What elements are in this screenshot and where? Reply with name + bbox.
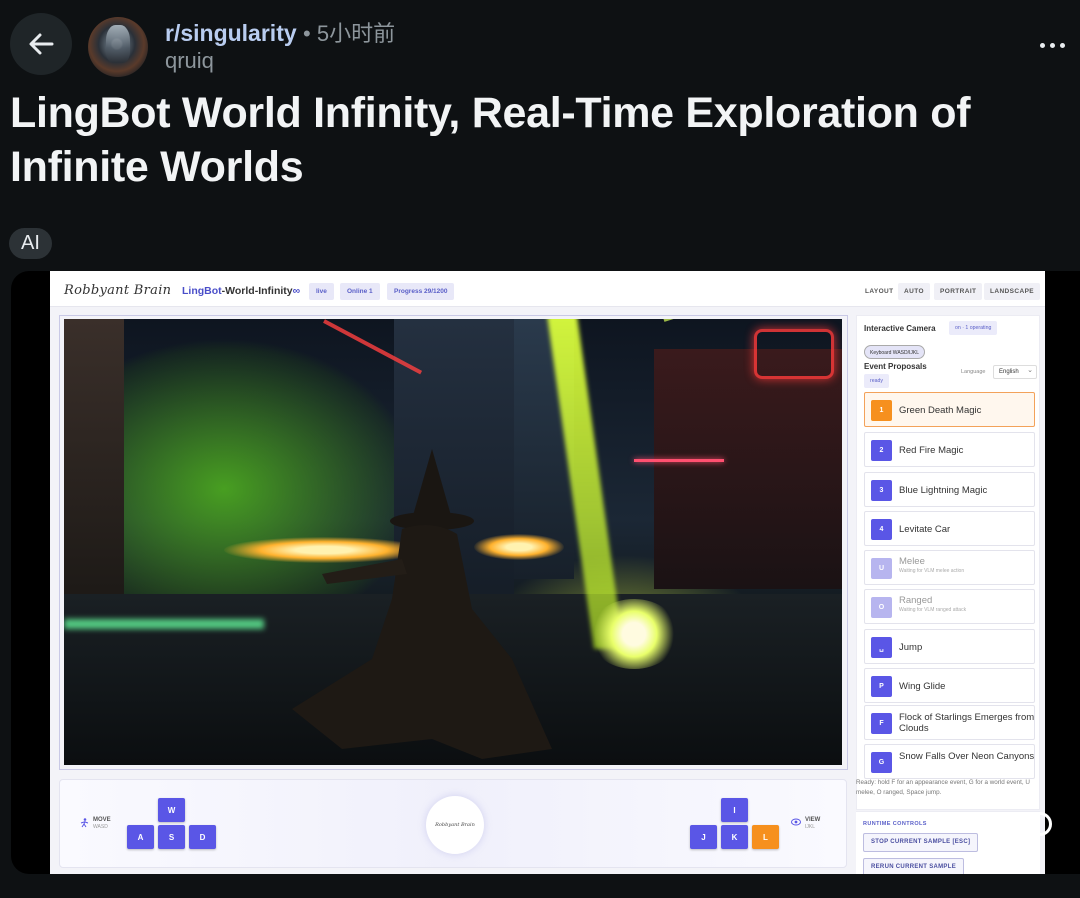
keyboard-chip[interactable]: Keyboard WASD/IJKL: [864, 345, 926, 359]
event-key-badge: 3: [871, 480, 892, 501]
more-options-icon[interactable]: [1032, 30, 1072, 60]
key-l[interactable]: L: [752, 825, 779, 849]
live-chip: live: [309, 283, 334, 300]
event-label: Blue Lightning Magic: [899, 485, 988, 496]
post-flair[interactable]: AI: [9, 228, 52, 259]
event-item[interactable]: ␣ Jump: [864, 629, 1035, 664]
event-item: U Melee Waiting for VLM melee action: [864, 550, 1035, 585]
key-s[interactable]: S: [158, 825, 185, 849]
event-label: Ranged: [899, 595, 933, 606]
overlay-circle-icon: [1028, 812, 1052, 836]
online-chip: Online 1: [340, 283, 380, 300]
event-key-badge: 4: [871, 519, 892, 540]
key-j[interactable]: J: [690, 825, 717, 849]
arrow-left-icon: [29, 33, 54, 55]
event-key-badge: P: [871, 676, 892, 697]
event-label: Flock of Starlings Emerges from Clouds: [899, 712, 1035, 734]
event-item: O Ranged Waiting for VLM ranged attack: [864, 589, 1035, 624]
controls-bar: MOVE WASD W A S D Robbyant Brain I J K L …: [59, 779, 847, 868]
move-hint: MOVE WASD: [93, 817, 111, 830]
app-name: LingBot-World-Infinity∞: [182, 285, 301, 297]
ready-hint: Ready: hold F for an appearance event, G…: [856, 779, 1030, 796]
event-key-badge: O: [871, 597, 892, 618]
event-item[interactable]: 4 Levitate Car: [864, 511, 1035, 546]
event-label: Jump: [899, 642, 923, 653]
side-panel: Interactive Camera on · 1 operating Keyb…: [856, 315, 1040, 810]
events-status: ready: [864, 374, 889, 388]
language-label: Language: [961, 369, 986, 375]
brand-logo: Robbyant Brain: [64, 283, 172, 298]
layout-portrait-button[interactable]: PORTRAIT: [934, 283, 983, 300]
progress-chip: Progress 29/1200: [387, 283, 455, 300]
runtime-title: RUNTIME CONTROLS: [863, 821, 927, 827]
wizard-figure: [292, 449, 552, 759]
separator-dot: •: [303, 21, 311, 46]
event-key-badge: ␣: [871, 637, 892, 658]
eye-icon: [791, 818, 801, 826]
event-item[interactable]: 2 Red Fire Magic: [864, 432, 1035, 467]
center-logo: Robbyant Brain: [426, 796, 484, 854]
camera-title: Interactive Camera: [864, 324, 936, 333]
game-viewport[interactable]: [64, 319, 842, 765]
subreddit-line: r/singularity • 5小时前: [165, 16, 395, 48]
post-title: LingBot World Infinity, Real-Time Explor…: [10, 89, 971, 191]
key-a[interactable]: A: [127, 825, 154, 849]
event-key-badge: U: [871, 558, 892, 579]
event-key-badge: 1: [871, 400, 892, 421]
subreddit-link[interactable]: r/singularity: [165, 20, 297, 46]
layout-landscape-button[interactable]: LANDSCAPE: [984, 283, 1041, 300]
post-media[interactable]: Robbyant Brain LingBot-World-Infinity∞ l…: [11, 271, 1080, 874]
event-key-badge: G: [871, 752, 892, 773]
event-sublabel: Waiting for VLM melee action: [899, 568, 965, 574]
event-label: Melee: [899, 556, 925, 567]
rerun-sample-button[interactable]: RERUN CURRENT SAMPLE: [863, 858, 965, 874]
event-item[interactable]: 3 Blue Lightning Magic: [864, 472, 1035, 507]
event-label: Red Fire Magic: [899, 445, 964, 456]
layout-label: LAYOUT: [865, 288, 894, 295]
event-key-badge: 2: [871, 440, 892, 461]
event-label: Snow Falls Over Neon Canyons: [899, 751, 1035, 762]
language-select[interactable]: English: [993, 365, 1037, 379]
event-item[interactable]: G Snow Falls Over Neon Canyons: [864, 744, 1035, 779]
back-button[interactable]: [10, 13, 72, 75]
infinity-icon: ∞: [292, 285, 301, 297]
post-time: 5小时前: [316, 21, 396, 46]
key-w[interactable]: W: [158, 798, 185, 822]
event-label: Green Death Magic: [899, 405, 982, 416]
events-title: Event Proposals: [864, 362, 927, 371]
event-label: Levitate Car: [899, 524, 951, 535]
camera-status: on · 1 operating: [949, 321, 998, 335]
walk-icon: [80, 818, 89, 828]
layout-auto-button[interactable]: AUTO: [898, 283, 930, 300]
app-window: Robbyant Brain LingBot-World-Infinity∞ l…: [50, 271, 1045, 874]
event-item[interactable]: P Wing Glide: [864, 668, 1035, 703]
stop-sample-button[interactable]: STOP CURRENT SAMPLE [ESC]: [863, 833, 979, 852]
event-item[interactable]: F Flock of Starlings Emerges from Clouds: [864, 705, 1035, 740]
event-sublabel: Waiting for VLM ranged attack: [899, 607, 967, 613]
view-hint: VIEW IJKL: [805, 817, 821, 830]
app-topbar: Robbyant Brain LingBot-World-Infinity∞ l…: [50, 271, 1045, 307]
event-label: Wing Glide: [899, 681, 946, 692]
subreddit-avatar[interactable]: [88, 17, 148, 77]
key-k[interactable]: K: [721, 825, 748, 849]
key-i[interactable]: I: [721, 798, 748, 822]
key-d[interactable]: D: [189, 825, 216, 849]
event-key-badge: F: [871, 713, 892, 734]
event-item[interactable]: 1 Green Death Magic: [864, 392, 1035, 427]
author-link[interactable]: qruiq: [165, 48, 214, 74]
runtime-controls: RUNTIME CONTROLS STOP CURRENT SAMPLE [ES…: [856, 811, 1040, 874]
